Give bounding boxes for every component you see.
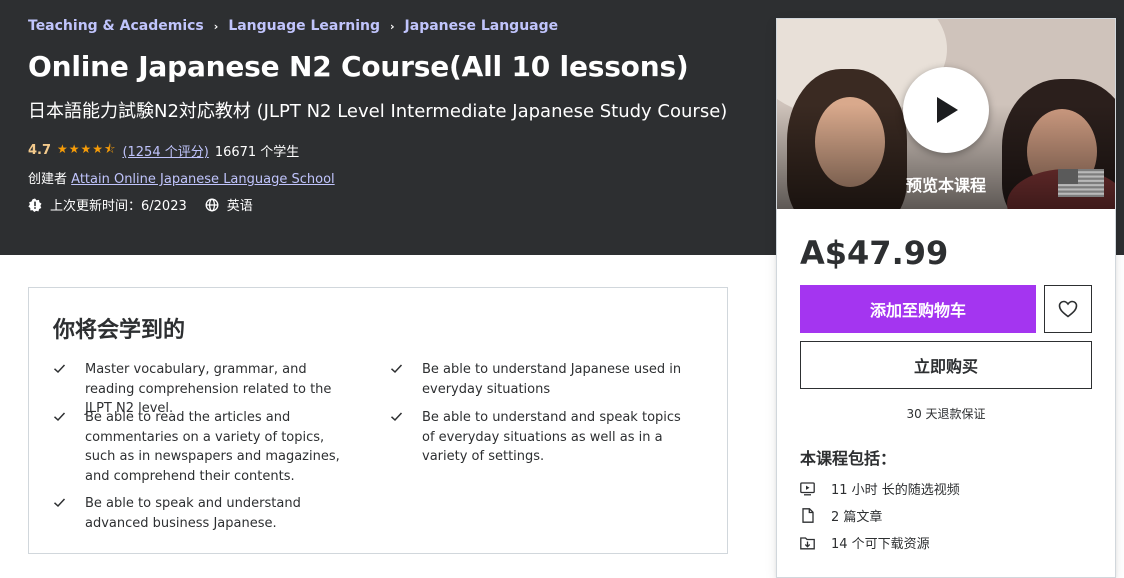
download-icon [800,535,815,550]
includes-item: 11 小时 长的随选视频 [800,479,960,498]
course-language: 英语 [226,199,253,214]
course-preview[interactable]: 预览本课程 [777,19,1115,209]
add-to-cart-button[interactable]: 添加至购物车 [800,285,1036,333]
alert-badge-icon [28,198,42,212]
includes-item: 14 个可下载资源 [800,533,930,552]
learn-title: 你将会学到的 [53,318,186,343]
learn-item: Be able to read the articles and comment… [53,408,353,486]
learn-item: Be able to understand Japanese used in e… [390,360,690,399]
money-back-guarantee: 30 天退款保证 [906,407,986,421]
play-button[interactable] [903,67,989,153]
check-icon [53,494,67,533]
learn-item: Be able to speak and understand advanced… [53,494,353,533]
includes-item-label: 14 个可下载资源 [831,537,930,552]
includes-item: 2 篇文章 [800,506,882,525]
rating-row: 4.7 ★★★★⯪ (1254 个评分) 16671 个学生 [28,140,299,161]
chevron-right-icon: › [213,19,219,33]
rating-count-link[interactable]: (1254 个评分) [122,141,208,160]
breadcrumb-japanese-language[interactable]: Japanese Language [405,18,559,34]
creator-label: 创建者 [28,172,68,187]
last-updated: 上次更新时间：6/2023 [50,199,187,214]
check-icon [390,360,404,399]
check-icon [53,408,67,486]
breadcrumb-language-learning[interactable]: Language Learning [228,18,380,34]
video-icon [800,481,815,496]
learn-item: Be able to understand and speak topics o… [390,408,690,467]
learn-item-text: Be able to speak and understand advanced… [85,496,301,531]
includes-item-label: 2 篇文章 [831,510,883,525]
meta-row: 上次更新时间：6/2023 英语 [28,195,253,214]
file-icon [800,508,815,523]
breadcrumb: Teaching & Academics › Language Learning… [28,18,558,34]
course-subtitle: 日本語能力試験N2対応教材 (JLPT N2 Level Intermediat… [28,101,728,122]
creator-row: 创建者 Attain Online Japanese Language Scho… [28,168,335,187]
chevron-right-icon: › [390,19,395,33]
rating-value: 4.7 [28,143,52,158]
learn-item-text: Be able to read the articles and comment… [85,410,340,484]
wishlist-button[interactable] [1044,285,1092,333]
purchase-card: 预览本课程 A$47.99 添加至购物车 立即购买 30 天退款保证 本课程包括… [776,18,1116,578]
buy-now-button[interactable]: 立即购买 [800,341,1092,389]
student-count: 16671 个学生 [214,145,300,160]
breadcrumb-teaching-academics[interactable]: Teaching & Academics [28,18,204,34]
course-price: A$47.99 [800,234,949,272]
globe-icon [205,198,219,212]
star-rating-icon: ★★★★⯪ [57,142,117,156]
us-flag-icon [1058,169,1104,197]
play-icon [937,97,958,123]
includes-item-label: 11 小时 长的随选视频 [831,483,960,498]
includes-title: 本课程包括： [800,449,897,468]
learn-item-text: Be able to understand and speak topics o… [422,410,681,464]
learn-item-text: Be able to understand Japanese used in e… [422,362,682,397]
heart-icon [1058,300,1078,318]
check-icon [390,408,404,467]
course-title: Online Japanese N2 Course(All 10 lessons… [28,50,689,83]
what-you-will-learn: 你将会学到的 Master vocabulary, grammar, and r… [28,287,728,554]
creator-link[interactable]: Attain Online Japanese Language School [71,172,334,187]
